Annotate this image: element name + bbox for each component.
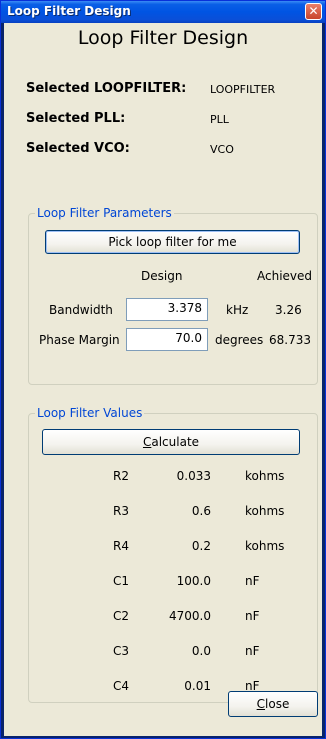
value-name: R3 — [113, 504, 129, 518]
calculate-button[interactable]: Calculate — [42, 429, 300, 455]
value-name: C3 — [113, 644, 130, 658]
value-number: 0.0 — [191, 644, 211, 658]
close-icon[interactable]: ✕ — [305, 3, 322, 20]
loop-filter-parameters-group: Loop Filter Parameters Pick loop filter … — [28, 206, 318, 385]
close-mnemonic: C — [256, 697, 266, 711]
selected-loopfilter-label: Selected LOOPFILTER: — [26, 81, 187, 96]
value-name: R4 — [113, 539, 129, 553]
value-name: R2 — [113, 469, 129, 483]
value-unit: kohms — [245, 469, 285, 483]
value-name: C2 — [113, 609, 130, 623]
calculate-label-rest: alculate — [151, 435, 200, 449]
value-unit: nF — [245, 574, 260, 588]
value-number: 4700.0 — [169, 609, 211, 623]
selected-loopfilter-value: LOOPFILTER — [210, 83, 276, 96]
value-name: C1 — [113, 574, 130, 588]
value-number: 0.6 — [191, 504, 211, 518]
pick-loop-filter-button[interactable]: Pick loop filter for me — [45, 230, 300, 254]
bandwidth-label: Bandwidth — [49, 303, 113, 317]
bandwidth-achieved: 3.26 — [275, 303, 302, 317]
dialog-client-area: Loop Filter Design Selected LOOPFILTER: … — [4, 23, 322, 736]
selected-vco-value: VCO — [210, 143, 234, 156]
close-label-rest: lose — [265, 697, 290, 711]
selected-vco-label: Selected VCO: — [26, 141, 130, 156]
page-title: Loop Filter Design — [77, 27, 249, 49]
window-title: Loop Filter Design — [7, 4, 131, 18]
achieved-column-header: Achieved — [257, 269, 313, 283]
value-name: C4 — [113, 679, 130, 693]
phase-margin-label: Phase Margin — [39, 333, 120, 347]
value-unit: nF — [245, 609, 260, 623]
loop-filter-values-legend: Loop Filter Values — [35, 406, 145, 420]
loop-filter-parameters-legend: Loop Filter Parameters — [35, 206, 174, 220]
loop-filter-values-group: Loop Filter Values Calculate R2 0.033 ko… — [28, 406, 318, 703]
selected-pll-label: Selected PLL: — [26, 111, 126, 126]
phase-margin-unit: degrees — [215, 333, 264, 347]
phase-margin-input[interactable]: 70.0 — [126, 328, 208, 351]
dialog-window: Loop Filter Design ✕ Loop Filter Design … — [0, 0, 326, 739]
value-number: 0.2 — [191, 539, 211, 553]
value-unit: nF — [245, 644, 260, 658]
value-number: 0.033 — [176, 469, 211, 483]
value-unit: kohms — [245, 504, 285, 518]
phase-margin-achieved: 68.733 — [269, 333, 311, 347]
bandwidth-unit: kHz — [226, 303, 249, 317]
value-unit: kohms — [245, 539, 285, 553]
selected-pll-value: PLL — [210, 113, 229, 126]
title-bar[interactable]: Loop Filter Design ✕ — [1, 1, 325, 23]
close-button[interactable]: Close — [228, 691, 318, 717]
value-number: 100.0 — [176, 574, 211, 588]
design-column-header: Design — [141, 269, 183, 283]
bandwidth-input[interactable]: 3.378 — [126, 298, 208, 321]
value-number: 0.01 — [184, 679, 211, 693]
